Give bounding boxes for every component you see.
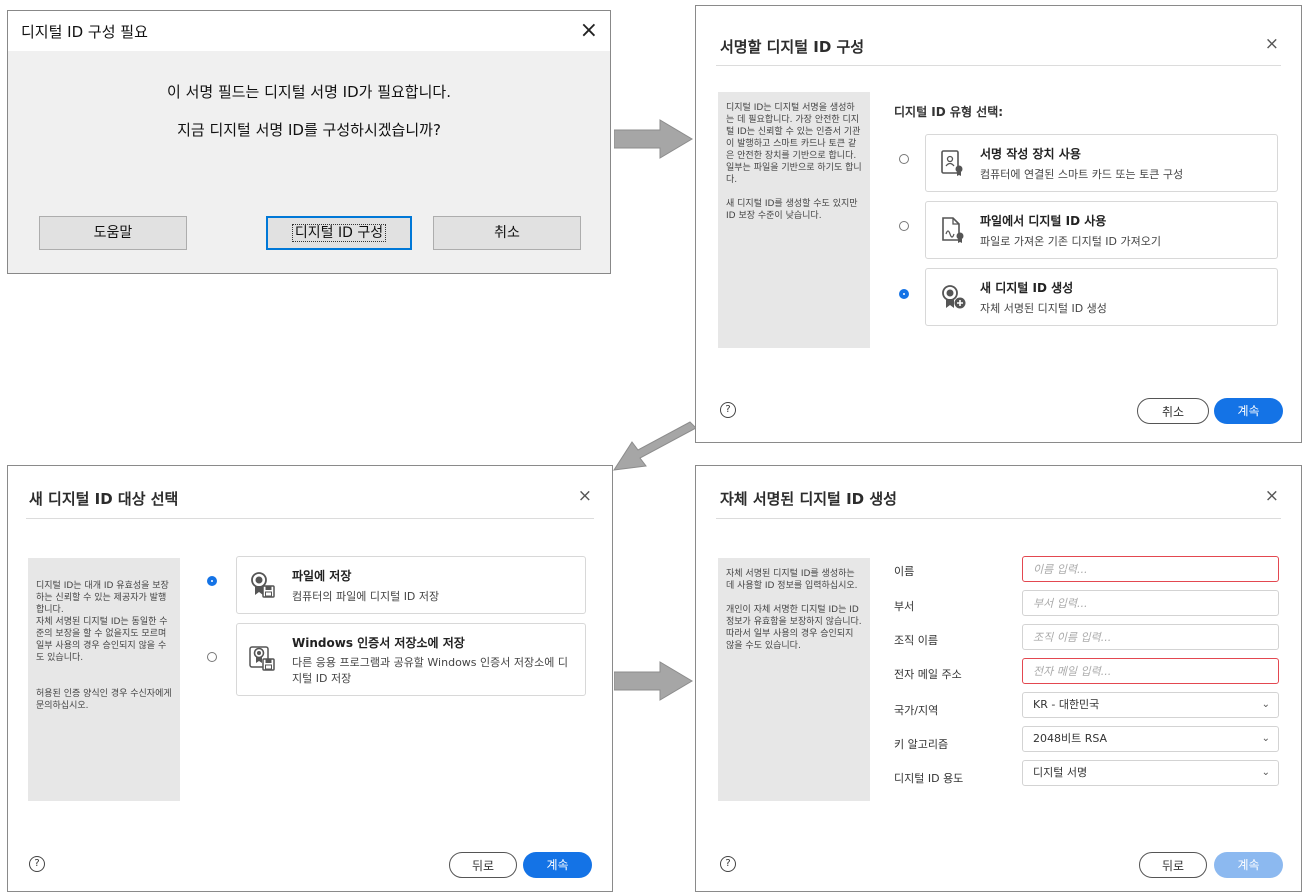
key-algorithm-value: 2048비트 RSA — [1033, 732, 1108, 745]
radio-signature-device[interactable] — [899, 154, 909, 164]
cancel-button[interactable]: 취소 — [433, 216, 581, 250]
cancel-button[interactable]: 취소 — [1137, 398, 1209, 424]
certificate-save-icon — [251, 572, 275, 598]
option-title: Windows 인증서 저장소에 저장 — [292, 636, 465, 650]
continue-button[interactable]: 계속 — [1214, 398, 1283, 424]
option-save-to-file[interactable]: 파일에 저장 컴퓨터의 파일에 디지털 ID 저장 — [236, 556, 586, 614]
option-title: 파일에서 디지털 ID 사용 — [980, 214, 1107, 228]
chevron-down-icon: ⌄ — [1261, 733, 1270, 744]
key-algorithm-label: 키 알고리즘 — [894, 738, 949, 751]
back-button[interactable]: 뒤로 — [449, 852, 517, 878]
divider — [716, 518, 1281, 519]
country-select[interactable]: KR - 대한민국 ⌄ — [1022, 692, 1279, 718]
smart-card-icon — [941, 150, 963, 176]
choose-destination-dialog: 새 디지털 ID 대상 선택 × 디지털 ID는 대개 ID 유효성을 보장하는… — [7, 465, 613, 892]
info-text-2: 허용된 인증 양식인 경우 수신자에게 문의하십시오. — [36, 689, 172, 711]
flow-arrow-right-bottom — [614, 661, 693, 701]
close-icon[interactable]: × — [1265, 488, 1279, 505]
id-usage-label: 디지털 ID 용도 — [894, 772, 964, 785]
option-title: 파일에 저장 — [292, 569, 352, 583]
option-desc: 컴퓨터의 파일에 디지털 ID 저장 — [292, 590, 440, 603]
radio-save-to-file[interactable] — [207, 576, 217, 586]
title-bar: 디지털 ID 구성 필요 × — [8, 11, 610, 51]
certificate-store-icon — [249, 646, 275, 671]
continue-button[interactable]: 계속 — [1214, 852, 1283, 878]
info-sidebar: 디지털 ID는 대개 ID 유효성을 보장하는 신뢰할 수 있는 제공자가 발행… — [28, 558, 180, 801]
radio-file-id[interactable] — [899, 221, 909, 231]
divider — [716, 65, 1281, 66]
dialog-title: 새 디지털 ID 대상 선택 — [29, 490, 179, 508]
help-icon[interactable]: ? — [720, 856, 736, 872]
configure-digital-id-dialog: 서명할 디지털 ID 구성 × 디지털 ID는 디지털 서명을 생성하는 데 필… — [695, 5, 1302, 443]
organization-label: 조직 이름 — [894, 634, 938, 647]
radio-new-id[interactable] — [899, 289, 909, 299]
option-desc: 자체 서명된 디지털 ID 생성 — [980, 302, 1107, 315]
flow-arrow-right-top — [614, 119, 693, 159]
key-algorithm-select[interactable]: 2048비트 RSA ⌄ — [1022, 726, 1279, 752]
email-label: 전자 메일 주소 — [894, 668, 962, 681]
department-input[interactable] — [1022, 590, 1279, 616]
organization-input[interactable] — [1022, 624, 1279, 650]
back-button[interactable]: 뒤로 — [1139, 852, 1207, 878]
option-desc: 컴퓨터에 연결된 스마트 카드 또는 토큰 구성 — [980, 168, 1184, 181]
country-value: KR - 대한민국 — [1033, 698, 1100, 711]
name-input[interactable] — [1022, 556, 1279, 582]
dialog-title: 서명할 디지털 ID 구성 — [720, 38, 865, 56]
option-new-id[interactable]: 새 디지털 ID 생성 자체 서명된 디지털 ID 생성 — [925, 268, 1278, 326]
continue-button[interactable]: 계속 — [523, 852, 592, 878]
help-button[interactable]: 도움말 — [39, 216, 187, 250]
department-label: 부서 — [894, 600, 915, 613]
help-icon[interactable]: ? — [29, 856, 45, 872]
info-text-2: 새 디지털 ID를 생성할 수도 있지만 ID 보장 수준이 낮습니다. — [726, 199, 858, 221]
info-text-1: 디지털 ID는 디지털 서명을 생성하는 데 필요합니다. 가장 안전한 디지털… — [726, 103, 862, 185]
info-sidebar: 디지털 ID는 디지털 서명을 생성하는 데 필요합니다. 가장 안전한 디지털… — [718, 92, 870, 348]
flow-arrow-down-left — [613, 421, 697, 471]
setup-button-label: 디지털 ID 구성 — [291, 224, 387, 242]
divider — [26, 518, 594, 519]
info-sidebar: 자체 서명된 디지털 ID를 생성하는 데 사용할 ID 정보를 입력하십시오.… — [718, 558, 870, 801]
setup-digital-id-button[interactable]: 디지털 ID 구성 — [266, 216, 412, 250]
chevron-down-icon: ⌄ — [1261, 767, 1270, 778]
name-label: 이름 — [894, 565, 915, 578]
option-file-id[interactable]: 파일에서 디지털 ID 사용 파일로 가져온 기존 디지털 ID 가져오기 — [925, 201, 1278, 259]
email-input[interactable] — [1022, 658, 1279, 684]
chevron-down-icon: ⌄ — [1261, 699, 1270, 710]
dialog-title: 자체 서명된 디지털 ID 생성 — [720, 490, 897, 508]
windows-dialog: 디지털 ID 구성 필요 × 이 서명 필드는 디지털 서명 ID가 필요합니다… — [7, 10, 611, 274]
option-signature-device[interactable]: 서명 작성 장치 사용 컴퓨터에 연결된 스마트 카드 또는 토큰 구성 — [925, 134, 1278, 192]
dialog-title: 디지털 ID 구성 필요 — [21, 23, 148, 41]
info-text-2: 개인이 자체 서명한 디지털 ID는 ID 정보가 유효함을 보장하지 않습니다… — [726, 605, 862, 651]
help-icon[interactable]: ? — [720, 402, 736, 418]
message-line-1: 이 서명 필드는 디지털 서명 ID가 필요합니다. — [167, 83, 451, 101]
new-certificate-icon — [942, 285, 966, 309]
close-icon[interactable]: × — [1265, 36, 1279, 53]
option-windows-store[interactable]: Windows 인증서 저장소에 저장 다른 응용 프로그램과 공유할 Wind… — [236, 623, 586, 696]
option-title: 새 디지털 ID 생성 — [980, 281, 1074, 295]
close-icon[interactable]: × — [578, 488, 592, 505]
country-label: 국가/지역 — [894, 704, 939, 717]
create-self-signed-id-dialog: 자체 서명된 디지털 ID 생성 × 자체 서명된 디지털 ID를 생성하는 데… — [695, 465, 1302, 892]
info-text-1: 자체 서명된 디지털 ID를 생성하는 데 사용할 ID 정보를 입력하십시오. — [726, 569, 858, 591]
message-line-2: 지금 디지털 서명 ID를 구성하시겠습니까? — [177, 121, 441, 139]
type-heading: 디지털 ID 유형 선택: — [894, 105, 1004, 119]
close-icon[interactable]: × — [580, 20, 598, 42]
info-text-1: 디지털 ID는 대개 ID 유효성을 보장하는 신뢰할 수 있는 제공자가 발행… — [36, 581, 169, 663]
radio-windows-store[interactable] — [207, 652, 217, 662]
file-certificate-icon — [942, 217, 964, 243]
option-title: 서명 작성 장치 사용 — [980, 147, 1081, 161]
id-usage-select[interactable]: 디지털 서명 ⌄ — [1022, 760, 1279, 786]
option-desc: 다른 응용 프로그램과 공유할 Windows 인증서 저장소에 디지털 ID … — [292, 656, 568, 685]
option-desc: 파일로 가져온 기존 디지털 ID 가져오기 — [980, 235, 1161, 248]
id-usage-value: 디지털 서명 — [1033, 766, 1088, 779]
